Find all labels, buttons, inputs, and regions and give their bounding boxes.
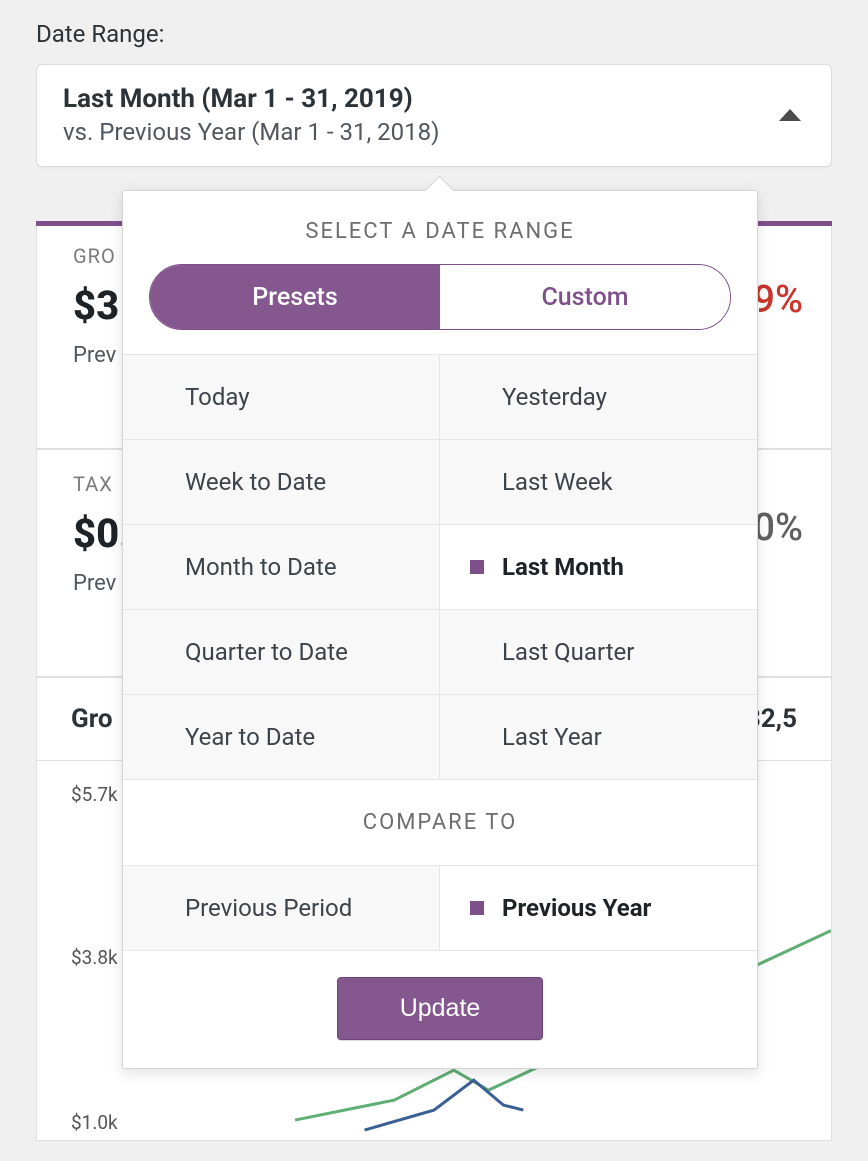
tab-custom[interactable]: Custom (440, 265, 730, 329)
gross-summary-label: Gro (71, 704, 113, 734)
marker-icon (470, 901, 484, 915)
preset-last-month[interactable]: Last Month (440, 525, 757, 610)
marker-icon (470, 560, 484, 574)
update-button[interactable]: Update (337, 977, 544, 1040)
compare-title: COMPARE TO (123, 780, 757, 866)
preset-month-to-date[interactable]: Month to Date (123, 525, 440, 610)
compare-grid: Previous Period Previous Year (123, 866, 757, 951)
popover-title: SELECT A DATE RANGE (123, 191, 757, 264)
tab-presets[interactable]: Presets (150, 265, 440, 329)
y-axis-label: $3.8k (71, 946, 118, 969)
preset-grid: Today Yesterday Week to Date Last Week M… (123, 354, 757, 780)
card-pct: 9% (753, 278, 803, 322)
compare-previous-year[interactable]: Previous Year (440, 866, 757, 951)
selected-range-secondary: vs. Previous Year (Mar 1 - 31, 2018) (63, 117, 439, 148)
preset-last-week[interactable]: Last Week (440, 440, 757, 525)
preset-today[interactable]: Today (123, 355, 440, 440)
date-range-popover: SELECT A DATE RANGE Presets Custom Today… (122, 190, 758, 1069)
preset-week-to-date[interactable]: Week to Date (123, 440, 440, 525)
y-axis-label: $5.7k (71, 783, 118, 806)
card-pct: 0% (753, 506, 803, 550)
preset-last-year[interactable]: Last Year (440, 695, 757, 780)
preset-year-to-date[interactable]: Year to Date (123, 695, 440, 780)
selected-range-primary: Last Month (Mar 1 - 31, 2019) (63, 83, 439, 117)
date-range-label: Date Range: (36, 20, 832, 48)
preset-quarter-to-date[interactable]: Quarter to Date (123, 610, 440, 695)
preset-last-quarter[interactable]: Last Quarter (440, 610, 757, 695)
caret-up-icon (779, 109, 801, 121)
preset-yesterday[interactable]: Yesterday (440, 355, 757, 440)
compare-previous-period[interactable]: Previous Period (123, 866, 440, 951)
date-range-dropdown[interactable]: Last Month (Mar 1 - 31, 2019) vs. Previo… (36, 64, 832, 167)
presets-custom-toggle: Presets Custom (149, 264, 731, 330)
y-axis-label: $1.0k (71, 1111, 118, 1134)
